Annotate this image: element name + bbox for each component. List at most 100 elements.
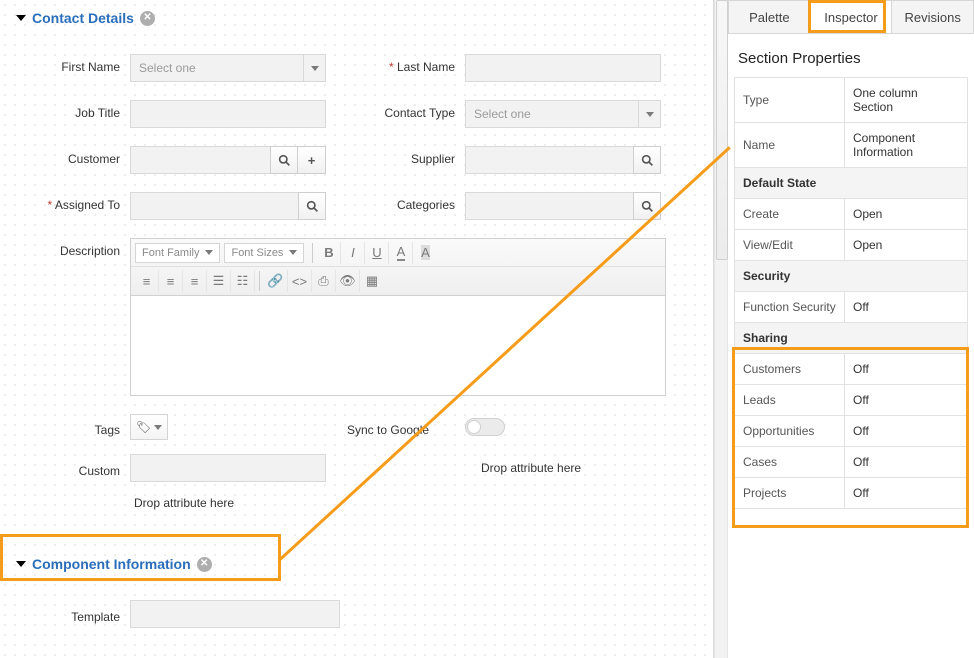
supplier-lookup xyxy=(465,146,685,174)
customer-input[interactable] xyxy=(130,146,270,174)
prop-value: Off xyxy=(845,447,968,478)
editor-toolbar: Font Family Font Sizes B I U A A ≡ ≡ ≡ ☰ xyxy=(130,238,666,296)
drop-hint: Drop attribute here xyxy=(465,461,685,475)
form-canvas: Contact Details ✕ First Name Select one … xyxy=(0,0,714,658)
prop-value: Off xyxy=(845,292,968,323)
prop-key: Projects xyxy=(735,478,845,509)
prop-group-header: Security xyxy=(735,261,968,292)
prop-value: Off xyxy=(845,478,968,509)
tab-palette[interactable]: Palette xyxy=(728,0,811,33)
search-icon[interactable] xyxy=(270,146,298,174)
customer-lookup: + xyxy=(130,146,345,174)
table-icon[interactable]: ▦ xyxy=(360,270,384,292)
highlight-icon[interactable]: A xyxy=(413,242,437,264)
right-panel: Palette Inspector Revisions Section Prop… xyxy=(728,0,974,658)
assigned-to-lookup xyxy=(130,192,345,220)
prop-value: Component Information xyxy=(845,123,968,168)
label-customer: Customer xyxy=(0,146,130,166)
label-job-title: Job Title xyxy=(0,100,130,120)
align-right-icon[interactable]: ≡ xyxy=(183,270,207,292)
font-family-select[interactable]: Font Family xyxy=(135,243,220,263)
list-ordered-icon[interactable]: ☷ xyxy=(231,270,255,292)
section-properties-table: TypeOne column Section NameComponent Inf… xyxy=(734,77,968,509)
editor-body[interactable] xyxy=(130,296,666,396)
select-placeholder: Select one xyxy=(474,107,531,121)
contact-type-select[interactable]: Select one xyxy=(465,100,661,128)
section-header-contact-details[interactable]: Contact Details ✕ xyxy=(0,4,713,32)
prop-value: Open xyxy=(845,199,968,230)
chevron-down-icon xyxy=(638,100,660,128)
label-tags: Tags xyxy=(0,417,130,437)
print-icon[interactable]: ⎙ xyxy=(312,270,336,292)
first-name-select[interactable]: Select one xyxy=(130,54,326,82)
prop-value: Off xyxy=(845,416,968,447)
label-description: Description xyxy=(0,238,130,258)
prop-group-header: Default State xyxy=(735,168,968,199)
label-last-name: Last Name xyxy=(345,54,465,74)
tags-button[interactable]: 🏷 xyxy=(130,414,168,440)
prop-key: Create xyxy=(735,199,845,230)
prop-value: Open xyxy=(845,230,968,261)
prop-key: View/Edit xyxy=(735,230,845,261)
last-name-input[interactable] xyxy=(465,54,661,82)
label-categories: Categories xyxy=(345,192,465,212)
custom-input[interactable] xyxy=(130,454,326,482)
panel-tabs: Palette Inspector Revisions xyxy=(728,0,974,34)
label-sync-google: Sync to Google xyxy=(345,417,465,437)
props-title: Section Properties xyxy=(728,34,974,77)
drop-hint: Drop attribute here xyxy=(130,496,345,510)
search-icon[interactable] xyxy=(298,192,326,220)
chevron-down-icon xyxy=(303,54,325,82)
preview-icon[interactable]: 👁 xyxy=(336,270,360,292)
prop-value: Off xyxy=(845,354,968,385)
label-custom: Custom xyxy=(0,458,130,478)
label-contact-type: Contact Type xyxy=(345,100,465,120)
description-editor: Font Family Font Sizes B I U A A ≡ ≡ ≡ ☰ xyxy=(130,238,666,396)
scrollbar-thumb[interactable] xyxy=(716,0,728,260)
prop-key: Type xyxy=(735,78,845,123)
prop-key: Customers xyxy=(735,354,845,385)
job-title-input[interactable] xyxy=(130,100,326,128)
tab-inspector[interactable]: Inspector xyxy=(811,0,893,33)
search-icon[interactable] xyxy=(633,146,661,174)
prop-key: Function Security xyxy=(735,292,845,323)
label-assigned-to: Assigned To xyxy=(0,192,130,212)
italic-icon[interactable]: I xyxy=(341,242,365,264)
select-placeholder: Select one xyxy=(139,61,196,75)
chevron-down-icon xyxy=(16,561,26,567)
categories-input[interactable] xyxy=(465,192,633,220)
link-icon[interactable]: 🔗 xyxy=(264,270,288,292)
underline-icon[interactable]: U xyxy=(365,242,389,264)
prop-value: Off xyxy=(845,385,968,416)
template-input[interactable] xyxy=(130,600,340,628)
code-icon[interactable]: <> xyxy=(288,270,312,292)
assigned-to-input[interactable] xyxy=(130,192,298,220)
align-left-icon[interactable]: ≡ xyxy=(135,270,159,292)
section-title: Contact Details xyxy=(32,10,134,26)
font-sizes-select[interactable]: Font Sizes xyxy=(224,243,304,263)
text-color-icon[interactable]: A xyxy=(389,242,413,264)
prop-key: Leads xyxy=(735,385,845,416)
section-header-component-info[interactable]: Component Information ✕ xyxy=(0,550,713,578)
section-title: Component Information xyxy=(32,556,191,572)
align-center-icon[interactable]: ≡ xyxy=(159,270,183,292)
close-icon[interactable]: ✕ xyxy=(140,11,155,26)
prop-key: Name xyxy=(735,123,845,168)
label-template: Template xyxy=(0,604,130,624)
categories-lookup xyxy=(465,192,685,220)
prop-group-header: Sharing xyxy=(735,323,968,354)
tab-revisions[interactable]: Revisions xyxy=(892,0,974,33)
prop-value: One column Section xyxy=(845,78,968,123)
chevron-down-icon xyxy=(16,15,26,21)
search-icon[interactable] xyxy=(633,192,661,220)
label-supplier: Supplier xyxy=(345,146,465,166)
prop-key: Cases xyxy=(735,447,845,478)
vertical-scrollbar[interactable] xyxy=(714,0,728,658)
list-unordered-icon[interactable]: ☰ xyxy=(207,270,231,292)
label-first-name: First Name xyxy=(0,54,130,74)
supplier-input[interactable] xyxy=(465,146,633,174)
bold-icon[interactable]: B xyxy=(317,242,341,264)
add-icon[interactable]: + xyxy=(298,146,326,174)
sync-google-toggle[interactable] xyxy=(465,418,505,436)
close-icon[interactable]: ✕ xyxy=(197,557,212,572)
